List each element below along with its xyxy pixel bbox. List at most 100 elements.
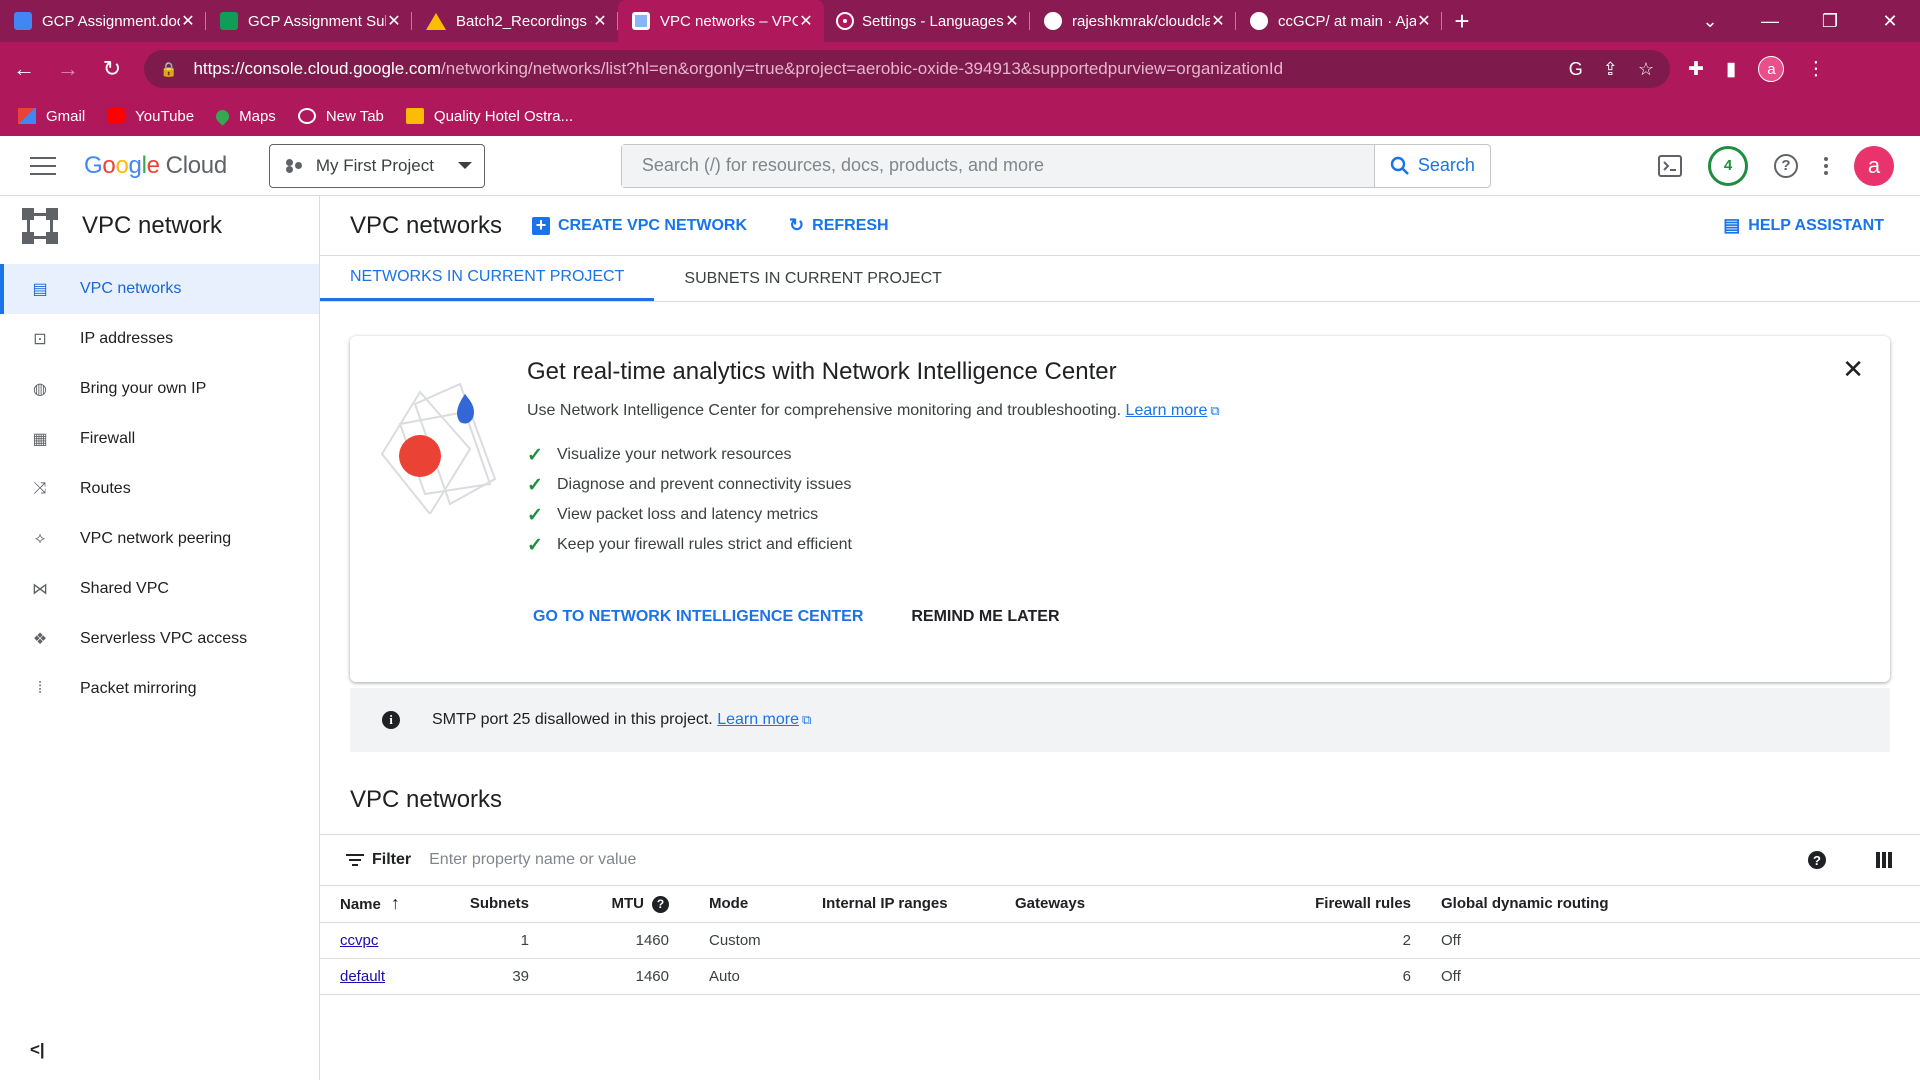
close-icon[interactable]: ✕ [180,11,196,31]
console-header: GoogleCloud My First Project Search 4 ? … [0,136,1920,196]
create-vpc-network-button[interactable]: + CREATE VPC NETWORK [532,215,748,235]
browser-tab[interactable]: GCP Assignment Subm ✕ [206,0,412,42]
vpc-network-logo-icon [22,208,58,244]
google-cloud-logo[interactable]: Google Cloud [84,152,227,180]
column-display-icon[interactable] [1876,852,1892,868]
help-icon[interactable]: ? [652,895,669,913]
more-options-icon[interactable] [1824,156,1828,175]
sidebar-item-label: Packet mirroring [80,680,197,697]
globe-network-icon: ◍ [33,381,47,398]
window-controls: ⌄ — ❐ ✕ [1680,0,1920,42]
sidebar-item-serverless-vpc-access[interactable]: ❖ Serverless VPC access [0,614,319,664]
bookmark-gmail[interactable]: Gmail [18,108,85,125]
tab-subnets-in-current-project[interactable]: SUBNETS IN CURRENT PROJECT [654,256,972,301]
learn-more-link[interactable]: Learn more [1126,402,1208,419]
bookmark-youtube[interactable]: YouTube [107,108,194,125]
column-header-name[interactable]: Name ↑ [340,886,455,923]
notifications-badge[interactable]: 4 [1708,145,1748,186]
search-input[interactable] [621,144,1374,187]
project-picker[interactable]: My First Project [268,143,485,188]
sidebar-item-routes[interactable]: ⤨ Routes [0,464,319,514]
bookmark-hotel[interactable]: Quality Hotel Ostra... [405,108,573,125]
sheets-icon [220,12,238,30]
feature-text: Keep your firewall rules strict and effi… [557,536,852,553]
cell-firewall-rules: 6 [1190,958,1411,995]
restore-icon[interactable]: ❐ [1800,11,1860,32]
minimize-icon[interactable]: — [1740,11,1800,32]
sidebar-item-ip-addresses[interactable]: ⊡ IP addresses [0,314,319,364]
close-icon[interactable]: ✕ [1416,11,1432,31]
browser-menu-icon[interactable]: ⋮ [1806,58,1825,81]
network-name-link[interactable]: ccvpc [340,932,378,949]
help-icon[interactable]: ? [1808,851,1826,869]
learn-more-link[interactable]: Learn more [717,711,799,729]
help-assistant-label: HELP ASSISTANT [1748,216,1884,234]
tab-search-icon[interactable]: ⌄ [1680,11,1740,32]
help-assistant-button[interactable]: ▤ HELP ASSISTANT [1723,215,1884,236]
promo-description: Use Network Intelligence Center for comp… [527,402,1220,420]
cloud-shell-icon[interactable] [1658,154,1682,177]
close-icon[interactable]: ✕ [386,11,402,31]
omnibox[interactable]: 🔒 https://console.cloud.google.com/netwo… [144,50,1670,88]
extensions-puzzle-icon[interactable]: ✚ [1688,58,1704,81]
reload-icon[interactable]: ↻ [92,56,132,82]
drive-icon [426,12,446,30]
table-header-row: Name ↑ Subnets MTU? Mode Internal IP rang… [320,886,1920,923]
network-name-link[interactable]: default [340,968,385,985]
sidebar-item-vpc-networks[interactable]: ▤ VPC networks [0,264,319,314]
sidebar-item-firewall[interactable]: ▦ Firewall [0,414,319,464]
vpc-networks-icon: ▤ [32,281,48,298]
close-icon[interactable]: ✕ [1210,11,1226,31]
close-icon[interactable]: ✕ [1842,354,1864,385]
window-close-icon[interactable]: ✕ [1860,11,1920,32]
bookmark-star-icon[interactable]: ☆ [1638,59,1654,80]
browser-tab-active[interactable]: VPC networks – VPC n ✕ [618,0,824,42]
go-to-nic-button[interactable]: GO TO NETWORK INTELLIGENCE CENTER [527,602,869,632]
sidebar-item-vpc-network-peering[interactable]: ⟡ VPC network peering [0,514,319,564]
side-panel-icon[interactable]: ▮ [1726,58,1736,81]
remind-me-later-button[interactable]: REMIND ME LATER [905,602,1065,632]
close-icon[interactable]: ✕ [798,11,814,31]
refresh-button[interactable]: ↻ REFRESH [789,215,889,236]
profile-avatar[interactable]: a [1758,56,1785,82]
google-lens-icon[interactable]: G [1569,59,1583,80]
account-avatar[interactable]: a [1854,145,1894,186]
close-icon[interactable]: ✕ [1004,11,1020,31]
collapse-sidebar-icon[interactable]: <| [30,1040,45,1060]
menu-icon[interactable] [30,156,56,175]
cell-mode: Auto [709,958,822,995]
new-tab-button[interactable]: + [1442,0,1482,42]
search-button[interactable]: Search [1373,144,1490,187]
close-icon[interactable]: ✕ [592,11,608,31]
promo-title: Get real-time analytics with Network Int… [527,358,1117,385]
sidebar-item-shared-vpc[interactable]: ⋈ Shared VPC [0,564,319,614]
filter-label: Filter [372,851,412,868]
browser-tab[interactable]: Settings - Languages ✕ [824,0,1030,42]
tab-label: Settings - Languages [862,12,1004,30]
forward-icon[interactable]: → [48,56,88,82]
browser-tab[interactable]: Batch2_Recordings - G ✕ [412,0,618,42]
tab-label: GCP Assignment.docx [42,12,180,30]
cell-subnets: 39 [455,958,529,995]
tab-label: rajeshkmrak/cloudcla [1072,12,1210,30]
filter-input[interactable] [429,851,930,869]
browser-tab[interactable]: ccGCP/ at main · Ajas ✕ [1236,0,1442,42]
sidebar-item-packet-mirroring[interactable]: ⦙ Packet mirroring [0,664,319,714]
sidebar-item-label: VPC networks [80,280,182,297]
gear-icon [838,14,852,28]
sort-ascending-icon[interactable]: ↑ [391,893,400,913]
tab-networks-in-current-project[interactable]: NETWORKS IN CURRENT PROJECT [320,256,655,301]
browser-tab[interactable]: rajeshkmrak/cloudcla ✕ [1030,0,1236,42]
table-row: ccvpc 1 1460 Custom 2 Off [320,922,1920,959]
back-icon[interactable]: ← [4,56,44,82]
bookmark-maps[interactable]: Maps [213,106,276,126]
vpc-icon [632,12,650,30]
browser-tab[interactable]: GCP Assignment.docx ✕ [0,0,206,42]
share-icon[interactable]: ⇪ [1603,59,1618,80]
sidebar-item-label: VPC network peering [80,530,232,547]
create-label: CREATE VPC NETWORK [558,216,748,234]
bookmark-new-tab[interactable]: New Tab [297,108,384,125]
cell-firewall-rules: 2 [1190,922,1411,959]
sidebar-item-bring-your-own-ip[interactable]: ◍ Bring your own IP [0,364,319,414]
help-icon[interactable]: ? [1774,153,1798,178]
